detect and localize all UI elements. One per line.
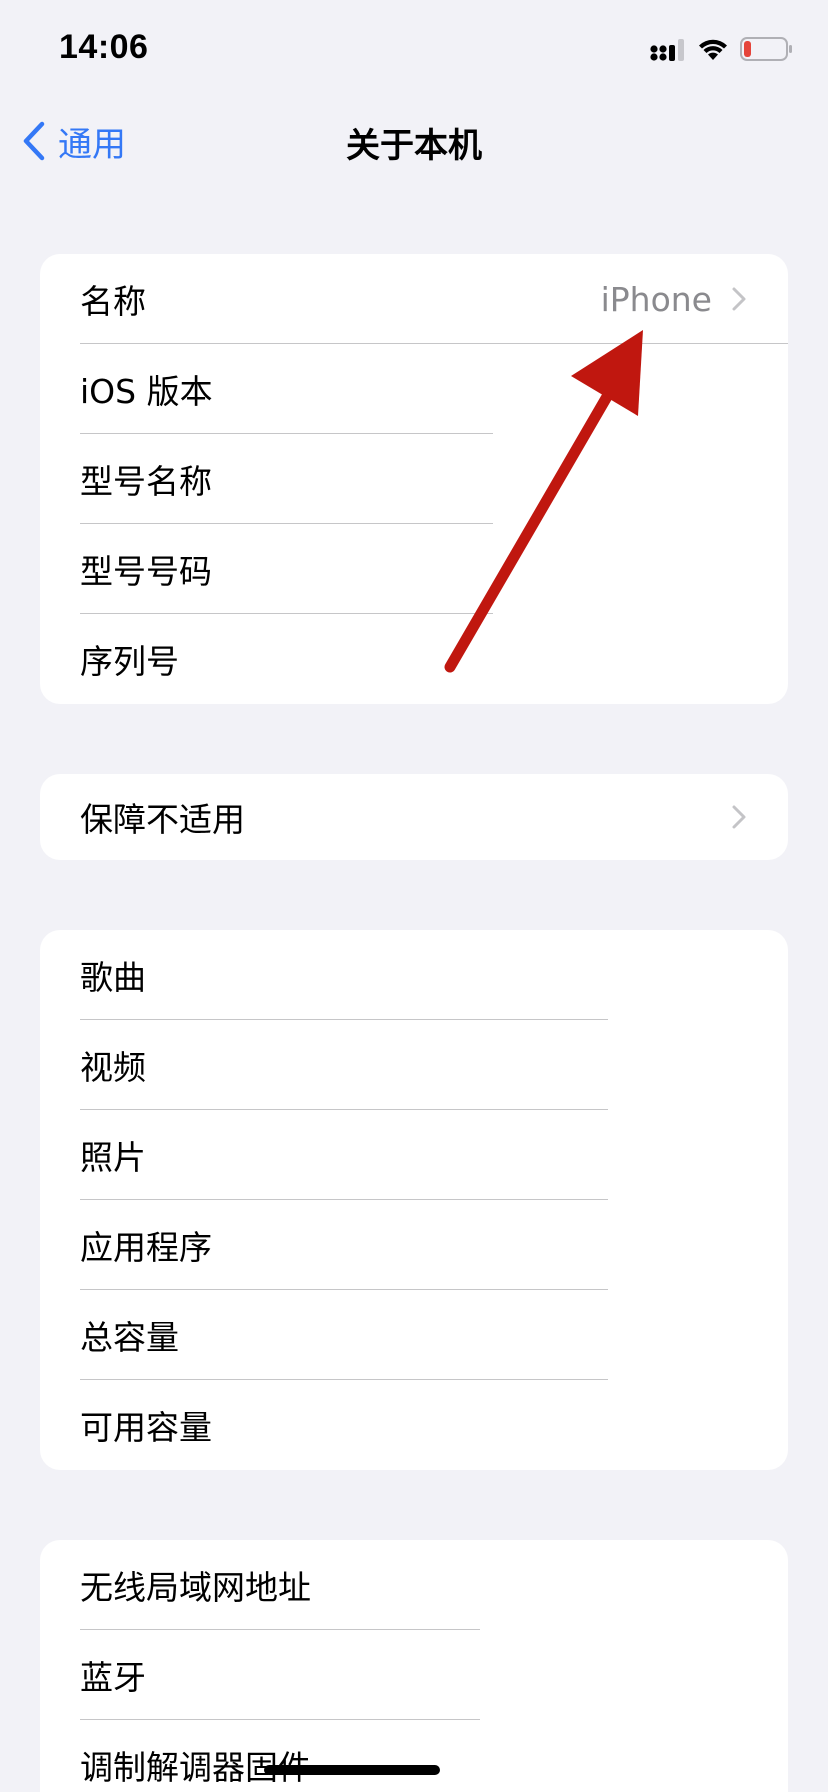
serial-number-row: 序列号: [40, 614, 788, 704]
videos-label: 视频: [80, 1048, 146, 1087]
capacity-row: 总容量: [40, 1290, 788, 1380]
battery-low-icon: [740, 37, 792, 61]
warranty-label: 保障不适用: [80, 800, 245, 839]
status-bar: 14:06: [0, 0, 828, 100]
bluetooth-row: 蓝牙: [40, 1630, 788, 1720]
navigation-bar: 通用 关于本机: [0, 100, 828, 184]
model-name-label: 型号名称: [80, 462, 212, 501]
capacity-label: 总容量: [80, 1318, 179, 1357]
songs-row: 歌曲: [40, 930, 788, 1020]
chevron-right-icon: [732, 287, 746, 311]
modem-firmware-row: 调制解调器固件: [40, 1720, 788, 1792]
status-time: 14:06: [59, 28, 149, 66]
serial-number-label: 序列号: [80, 642, 179, 681]
name-value: iPhone: [600, 279, 712, 319]
wifi-address-label: 无线局域网地址: [80, 1568, 311, 1607]
model-number-label: 型号号码: [80, 552, 212, 591]
about-screen: 14:06 通用 关于本机 名称 iPhone iOS 版本 型号名称 型号号码…: [0, 0, 828, 1792]
name-label: 名称: [80, 282, 146, 321]
warranty-row[interactable]: 保障不适用: [40, 774, 788, 860]
available-row: 可用容量: [40, 1380, 788, 1470]
warranty-group: 保障不适用: [40, 774, 788, 860]
applications-row: 应用程序: [40, 1200, 788, 1290]
available-label: 可用容量: [80, 1408, 212, 1447]
device-info-group: 名称 iPhone iOS 版本 型号名称 型号号码 序列号: [40, 254, 788, 704]
chevron-right-icon: [732, 805, 746, 829]
wifi-address-row: 无线局域网地址: [40, 1540, 788, 1630]
bluetooth-label: 蓝牙: [80, 1658, 146, 1697]
videos-row: 视频: [40, 1020, 788, 1110]
home-indicator: [264, 1765, 440, 1775]
applications-label: 应用程序: [80, 1228, 212, 1267]
cellular-signal-icon: [650, 39, 684, 61]
network-group: 无线局域网地址 蓝牙 调制解调器固件: [40, 1540, 788, 1792]
songs-label: 歌曲: [80, 958, 146, 997]
model-name-row: 型号名称: [40, 434, 788, 524]
name-row[interactable]: 名称 iPhone: [40, 254, 788, 344]
ios-version-label: iOS 版本: [80, 372, 213, 411]
page-title: 关于本机: [346, 126, 482, 166]
ios-version-row: iOS 版本: [40, 344, 788, 434]
media-group: 歌曲 视频 照片 应用程序 总容量 可用容量: [40, 930, 788, 1470]
photos-label: 照片: [80, 1138, 146, 1177]
wifi-icon: [699, 39, 727, 60]
status-icons: [650, 34, 794, 64]
model-number-row: 型号号码: [40, 524, 788, 614]
photos-row: 照片: [40, 1110, 788, 1200]
